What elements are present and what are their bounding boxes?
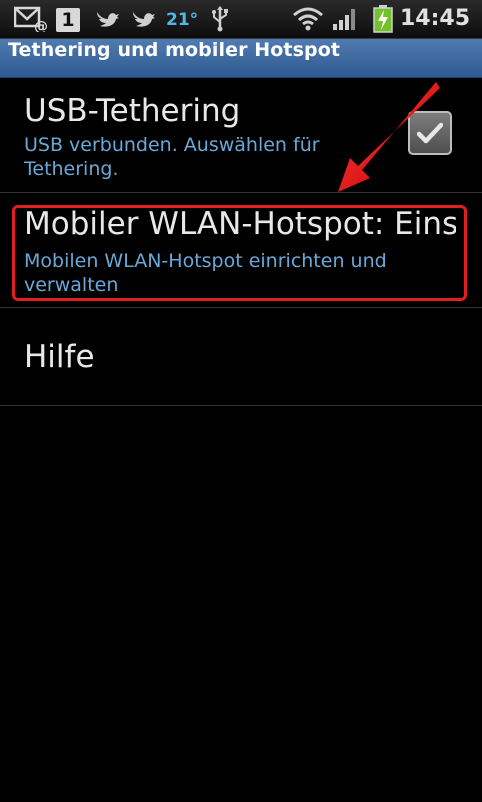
svg-text:@: @ — [34, 19, 48, 32]
usb-tethering-title: USB-Tethering — [24, 93, 241, 129]
mail-icon: @ — [14, 6, 48, 32]
twitter-icon — [130, 7, 156, 31]
clock: 14:45 — [399, 6, 470, 31]
status-bar: @ 1 21° 14:45 — [0, 0, 482, 39]
usb-tethering-summary: USB verbunden. Auswählen für Tethering. — [24, 134, 320, 180]
usb-tethering-item[interactable]: USB-Tethering USB verbunden. Auswählen f… — [0, 78, 482, 193]
wifi-icon — [292, 7, 324, 31]
page-title: Tethering und mobiler Hotspot — [8, 39, 341, 61]
signal-icon — [332, 7, 358, 31]
battery-charging-icon — [372, 5, 394, 33]
temperature-label: 21° — [166, 10, 199, 30]
help-item[interactable]: Hilfe — [0, 308, 482, 406]
usb-tethering-checkbox[interactable] — [408, 111, 452, 155]
title-bar: Tethering und mobiler Hotspot — [0, 39, 482, 78]
twitter-icon — [94, 7, 120, 31]
highlight-box — [12, 205, 467, 301]
usb-icon — [210, 6, 230, 32]
help-title: Hilfe — [24, 339, 95, 375]
calendar-icon: 1 — [56, 8, 80, 32]
